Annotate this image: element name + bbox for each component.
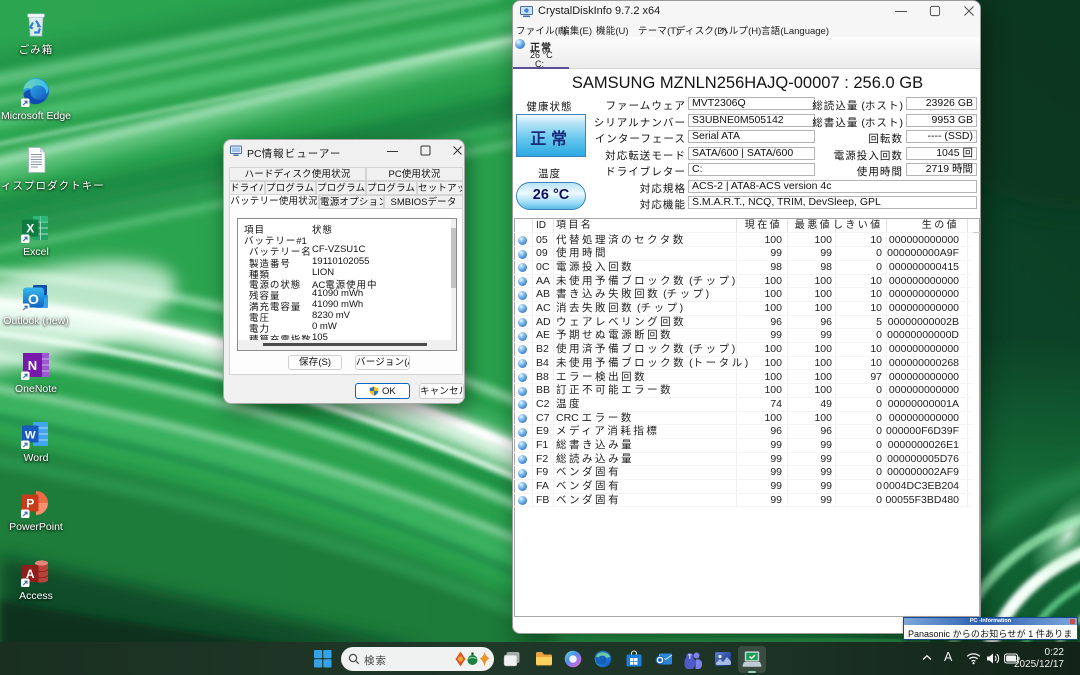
svg-text:O: O [28,291,39,307]
svg-text:P: P [26,497,34,511]
svg-text:W: W [25,430,36,442]
svg-text:X: X [26,222,34,236]
svg-text:T: T [688,655,692,661]
svg-text:N: N [28,358,37,373]
